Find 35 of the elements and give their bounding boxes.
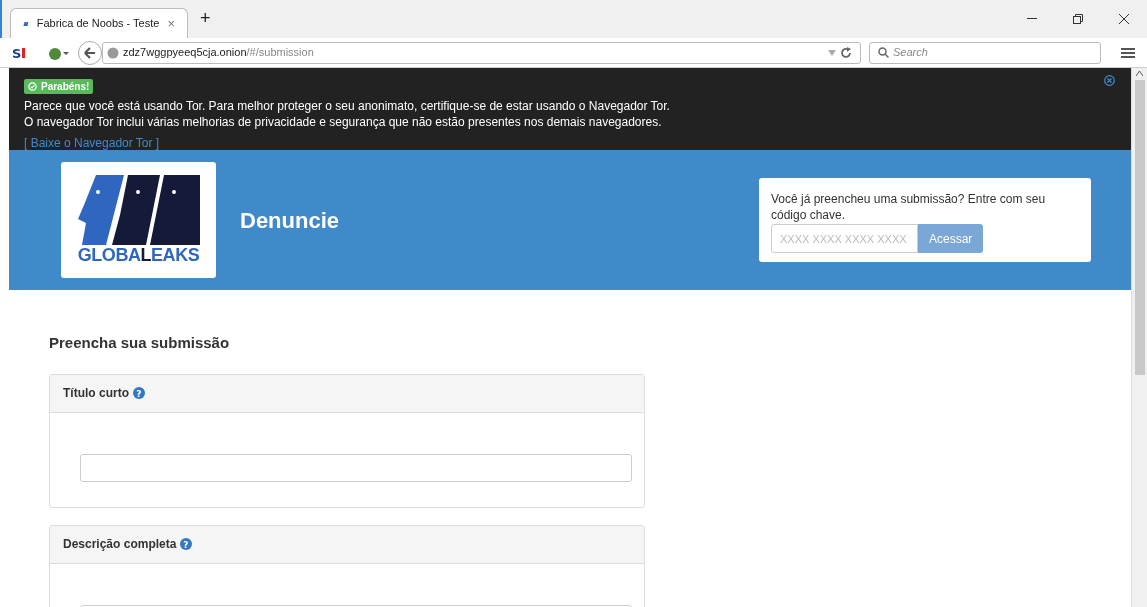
form-title: Preencha sua submissão — [49, 333, 231, 353]
restore-icon[interactable] — [1073, 14, 1083, 24]
search-field[interactable]: Search — [869, 41, 1101, 64]
field-label: Descrição completa — [63, 536, 177, 553]
success-badge: Parabéns! — [24, 79, 94, 94]
text-input-field[interactable] — [80, 453, 632, 482]
new-tab-button[interactable]: + — [200, 5, 211, 32]
search-placeholder: Search — [893, 45, 928, 61]
help-icon[interactable]: ? — [180, 538, 193, 550]
reload-icon[interactable] — [840, 46, 852, 59]
back-button-icon[interactable] — [78, 40, 102, 65]
logo-wordmark: GLOBALEAKS — [77, 245, 200, 265]
url-field[interactable]: zdz7wggpyeeq5cja.onion/#/submission — [102, 41, 861, 64]
tab-close-button[interactable]: × — [167, 13, 175, 34]
scroll-up-icon[interactable] — [1136, 71, 1143, 76]
browser-tab[interactable]: Fabrica de Noobs - Teste × — [10, 8, 188, 38]
scrollbar[interactable] — [1131, 68, 1147, 607]
url-text: zdz7wggpyeeq5cja.onion/#/submission — [123, 45, 314, 61]
globe-icon — [107, 46, 119, 59]
help-icon[interactable]: ? — [133, 387, 145, 399]
menu-icon[interactable] — [1121, 46, 1135, 59]
onion-icon[interactable] — [48, 45, 70, 60]
search-icon — [878, 47, 889, 58]
close-icon[interactable] — [1104, 75, 1115, 86]
receipt-code-field[interactable]: XXXX XXXX XXXX XXXX — [771, 224, 918, 253]
download-tor-link[interactable]: [ Baixe o Navegador Tor ] — [24, 136, 160, 150]
access-button[interactable]: Acessar — [918, 224, 984, 253]
minimize-icon[interactable] — [1027, 18, 1037, 20]
login-prompt: Você já preencheu uma submissão? Entre com seu código chave. — [771, 191, 1047, 223]
close-icon[interactable] — [1119, 14, 1129, 24]
notice-text: O navegador Tor inclui várias melhorias de privacidade e segurança que não estão presentes nos demais navegadores. — [24, 114, 663, 130]
field-label: Título curto — [63, 385, 129, 402]
page-title: Denuncie — [240, 206, 340, 235]
tab-title: Fabrica de Noobs - Teste — [36, 16, 160, 32]
notice-text: Parece que você está usando Tor. Para melhor proteger o seu anonimato, certifique-se de estar usando o Navegador Tor. — [24, 98, 671, 114]
